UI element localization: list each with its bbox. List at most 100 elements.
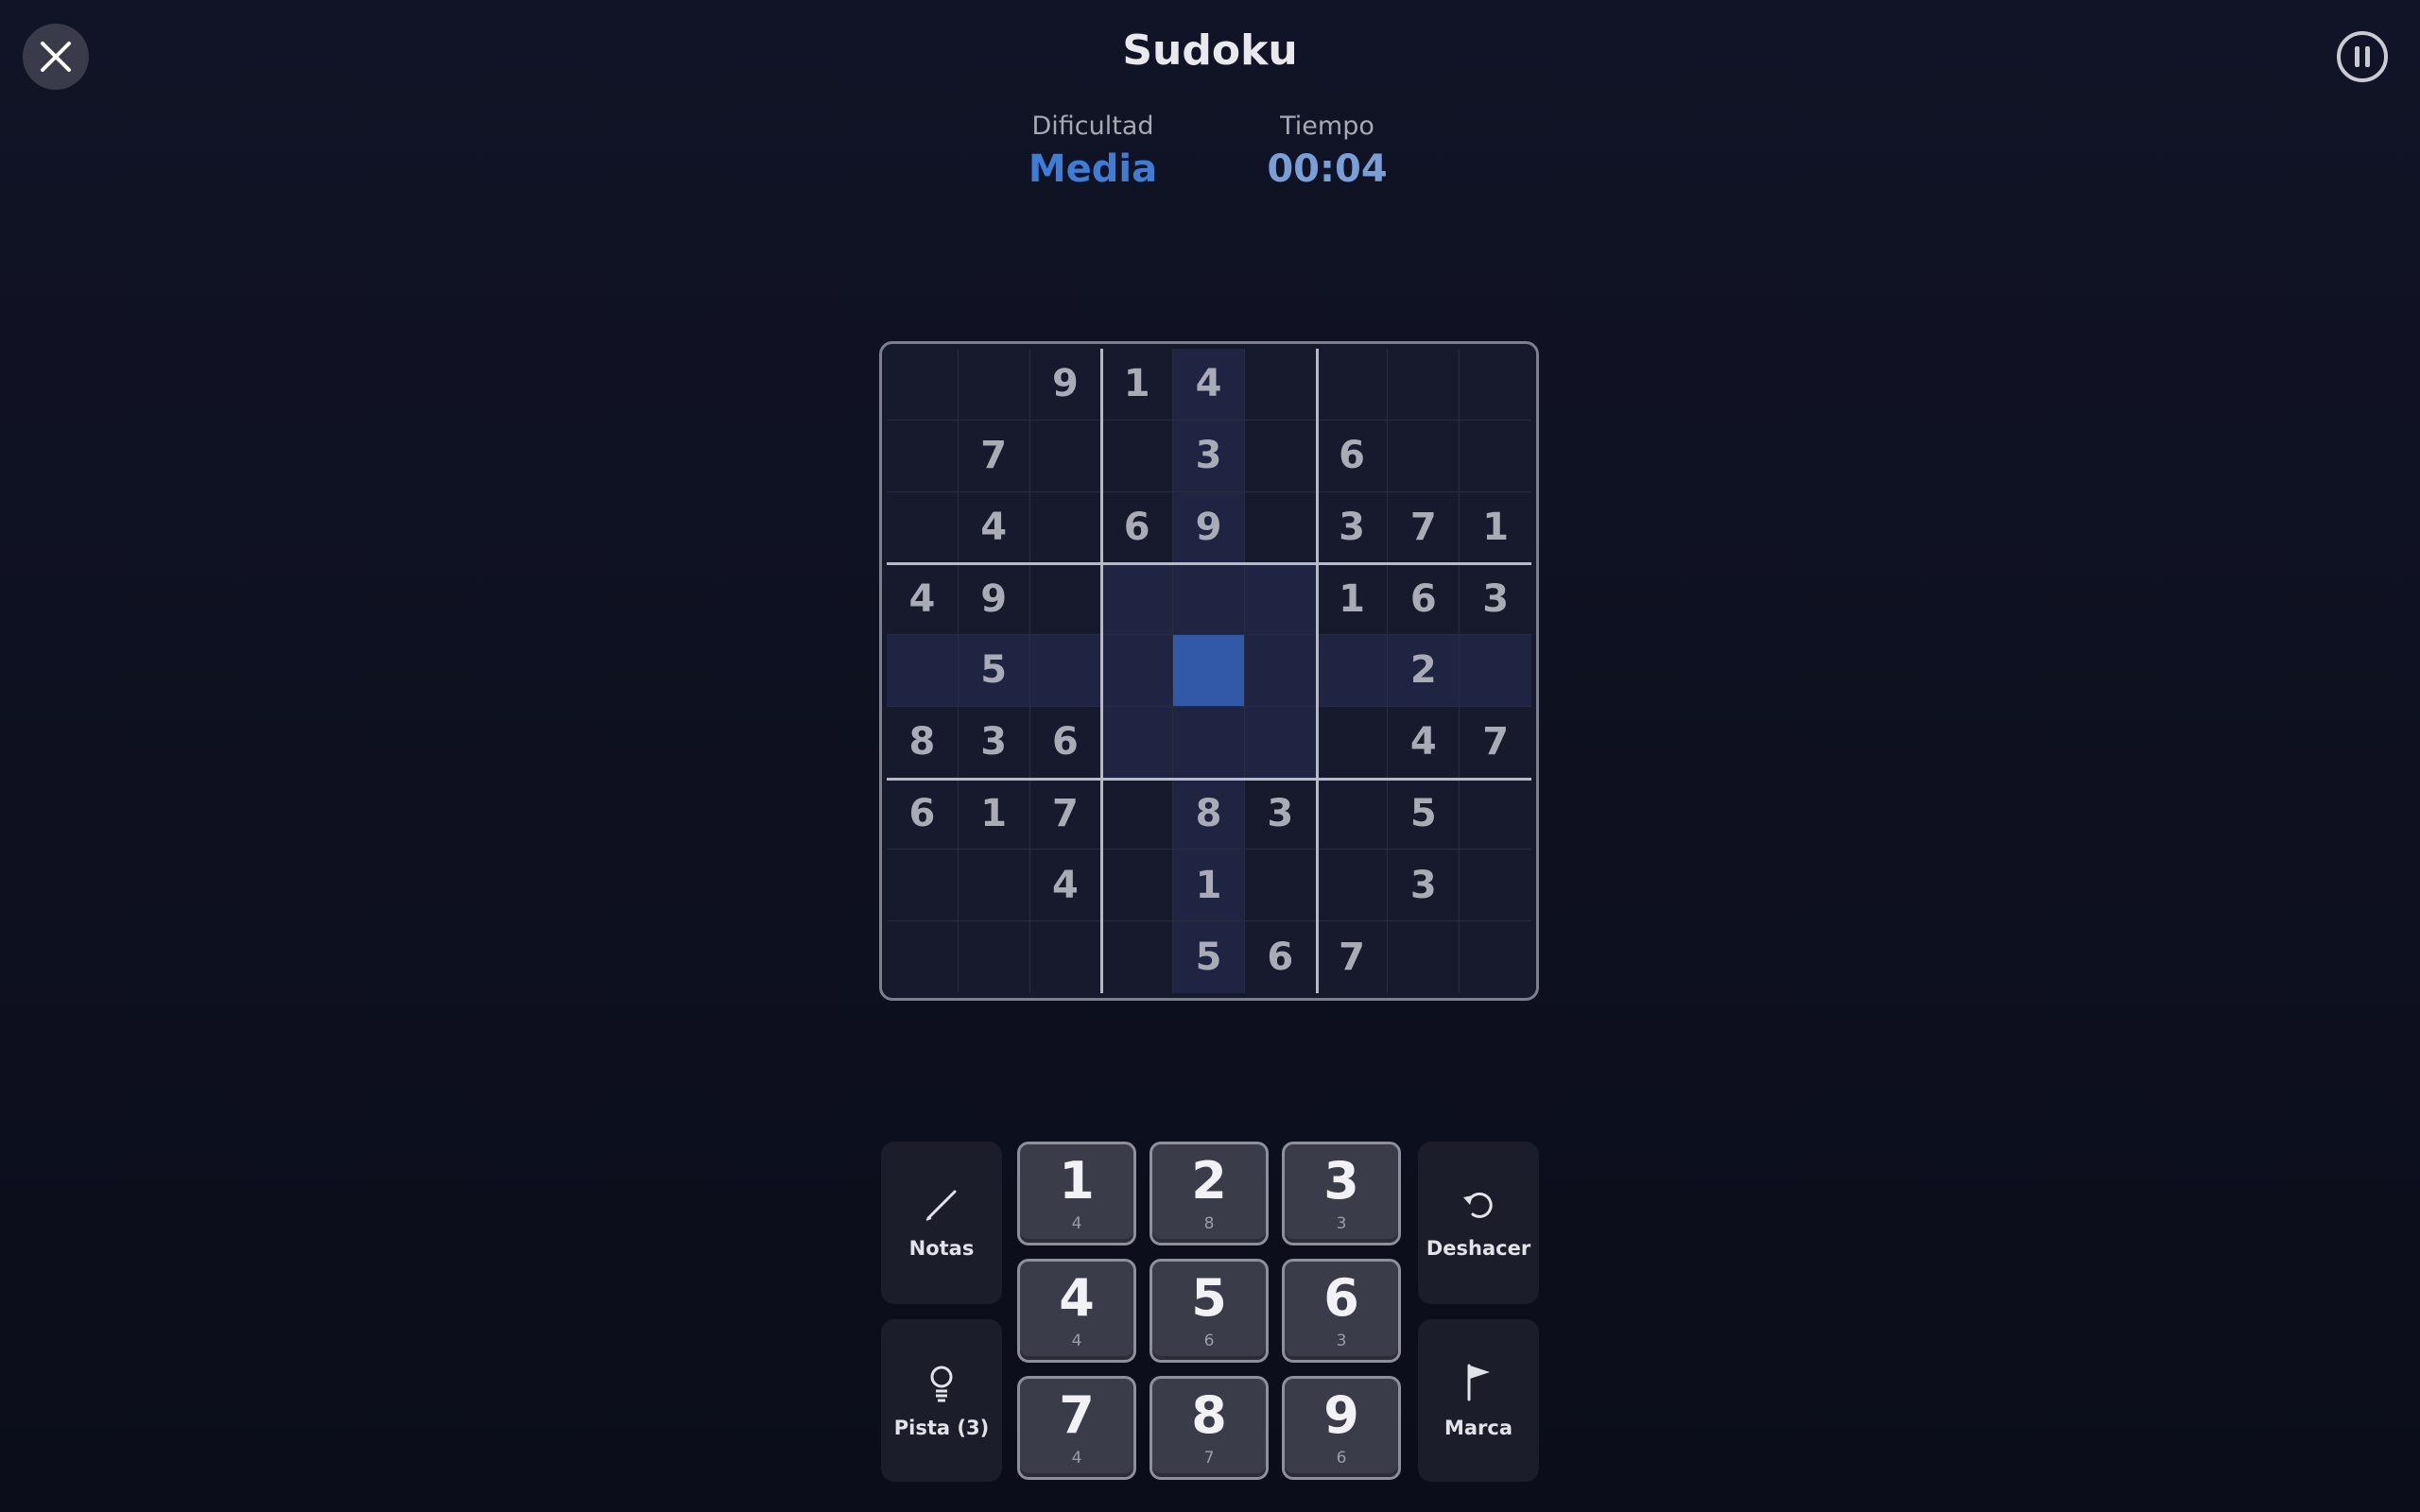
board-cell[interactable] <box>1173 706 1245 779</box>
board-cell[interactable] <box>1316 778 1389 850</box>
board-cell[interactable]: 3 <box>958 706 1030 779</box>
board-cell[interactable] <box>1460 779 1531 850</box>
number-button-1[interactable]: 14 <box>1017 1142 1136 1246</box>
board-cell[interactable] <box>1030 921 1102 993</box>
board-cell[interactable]: 5 <box>1388 778 1461 850</box>
number-button-2[interactable]: 28 <box>1150 1142 1269 1246</box>
board-cell[interactable] <box>1244 420 1317 492</box>
board-cell[interactable]: 1 <box>1460 492 1531 564</box>
board-cell[interactable] <box>1316 635 1389 707</box>
mark-button[interactable]: Marca <box>1418 1319 1539 1482</box>
board-cell[interactable] <box>1029 491 1102 564</box>
page-title: Sudoku <box>1122 26 1298 75</box>
board-cell[interactable] <box>1101 778 1174 850</box>
board-cell[interactable] <box>1388 921 1461 993</box>
board-cell[interactable]: 7 <box>1317 921 1389 993</box>
number-button-6[interactable]: 63 <box>1282 1259 1401 1363</box>
board-cell[interactable]: 1 <box>1316 563 1389 636</box>
board-cell[interactable] <box>887 491 959 564</box>
board-cell[interactable] <box>1316 850 1389 922</box>
board-cell[interactable] <box>959 921 1030 993</box>
board-cell[interactable] <box>1460 635 1531 707</box>
undo-button[interactable]: Deshacer <box>1418 1142 1539 1304</box>
board-cell[interactable] <box>1460 850 1531 922</box>
board-cell[interactable]: 5 <box>958 635 1030 707</box>
board-cell[interactable]: 3 <box>1173 420 1245 492</box>
number-button-5[interactable]: 56 <box>1150 1259 1269 1363</box>
board-cell[interactable]: 2 <box>1388 635 1461 707</box>
board-cell[interactable] <box>958 850 1030 922</box>
board-cell[interactable]: 6 <box>1388 563 1461 636</box>
board-cell[interactable] <box>1029 635 1102 707</box>
board-cell[interactable]: 3 <box>1460 563 1531 636</box>
number-button-8[interactable]: 87 <box>1150 1376 1269 1480</box>
board-cell[interactable] <box>1388 420 1461 492</box>
board-cell[interactable]: 4 <box>1029 850 1102 922</box>
board-cell[interactable] <box>1460 921 1531 993</box>
board-cell[interactable]: 7 <box>958 420 1030 492</box>
close-button[interactable] <box>23 24 89 90</box>
board-cell[interactable]: 4 <box>887 563 959 636</box>
board-cell[interactable]: 9 <box>1173 491 1245 564</box>
board-cell[interactable]: 9 <box>958 563 1030 636</box>
board-cell[interactable] <box>1173 563 1245 636</box>
number-button-9[interactable]: 96 <box>1282 1376 1401 1480</box>
board-cell[interactable] <box>887 635 959 707</box>
board-cell[interactable] <box>1316 706 1389 779</box>
board-cell[interactable] <box>887 921 959 993</box>
board-cell[interactable]: 6 <box>1245 921 1317 993</box>
notes-button[interactable]: Notas <box>881 1142 1002 1304</box>
board-cell[interactable] <box>1244 706 1317 779</box>
board-cell[interactable] <box>1101 850 1174 922</box>
board-cell[interactable] <box>1029 420 1102 492</box>
board-cell[interactable] <box>1244 850 1317 922</box>
number-button-4[interactable]: 44 <box>1017 1259 1136 1363</box>
board-cell[interactable]: 7 <box>1460 707 1531 779</box>
board-cell[interactable]: 8 <box>887 706 959 779</box>
board-cell[interactable]: 1 <box>1173 850 1245 922</box>
board-cell-selected[interactable] <box>1173 635 1245 707</box>
board-cell[interactable]: 8 <box>1173 778 1245 850</box>
board-cell[interactable]: 6 <box>887 778 959 850</box>
board-cell[interactable]: 9 <box>1029 349 1102 421</box>
board-cell[interactable]: 3 <box>1388 850 1461 922</box>
board-cell[interactable] <box>1244 491 1317 564</box>
board-cell[interactable] <box>1460 349 1531 421</box>
board-cell[interactable]: 1 <box>958 778 1030 850</box>
board-cell[interactable]: 1 <box>1101 349 1174 421</box>
board-cell[interactable]: 4 <box>1388 706 1461 779</box>
board-cell[interactable]: 3 <box>1244 778 1317 850</box>
board-cell[interactable]: 7 <box>1029 778 1102 850</box>
board-cell[interactable]: 5 <box>1173 921 1245 993</box>
board-cell[interactable] <box>958 349 1030 421</box>
remaining-count: 4 <box>1071 1449 1082 1468</box>
board-cell[interactable]: 3 <box>1316 491 1389 564</box>
board-cell[interactable] <box>1029 563 1102 636</box>
number-digit: 8 <box>1191 1385 1227 1445</box>
board-cell[interactable] <box>1244 349 1317 421</box>
board-cell[interactable] <box>887 850 959 922</box>
board-cell[interactable] <box>1101 706 1174 779</box>
board-cell[interactable]: 6 <box>1101 491 1174 564</box>
board-cell[interactable]: 7 <box>1388 491 1461 564</box>
board-cell[interactable] <box>887 420 959 492</box>
board-cell[interactable] <box>1460 421 1531 492</box>
board-cell[interactable]: 6 <box>1316 420 1389 492</box>
board-cell[interactable] <box>1101 563 1174 636</box>
board-cell[interactable]: 4 <box>1173 349 1245 421</box>
board-cell[interactable] <box>1316 349 1389 421</box>
number-button-3[interactable]: 33 <box>1282 1142 1401 1246</box>
board-cell[interactable] <box>1101 635 1174 707</box>
board-cell[interactable] <box>1101 420 1174 492</box>
board-cell[interactable] <box>1388 349 1461 421</box>
board-cell[interactable]: 4 <box>958 491 1030 564</box>
board-cell[interactable] <box>1244 563 1317 636</box>
board-cell[interactable] <box>1101 921 1174 993</box>
board-cell[interactable] <box>1244 635 1317 707</box>
remaining-count: 3 <box>1336 1332 1347 1350</box>
pause-button[interactable] <box>2337 31 2388 82</box>
hint-button[interactable]: Pista (3) <box>881 1319 1002 1482</box>
board-cell[interactable]: 6 <box>1029 706 1102 779</box>
board-cell[interactable] <box>887 349 959 421</box>
number-button-7[interactable]: 74 <box>1017 1376 1136 1480</box>
